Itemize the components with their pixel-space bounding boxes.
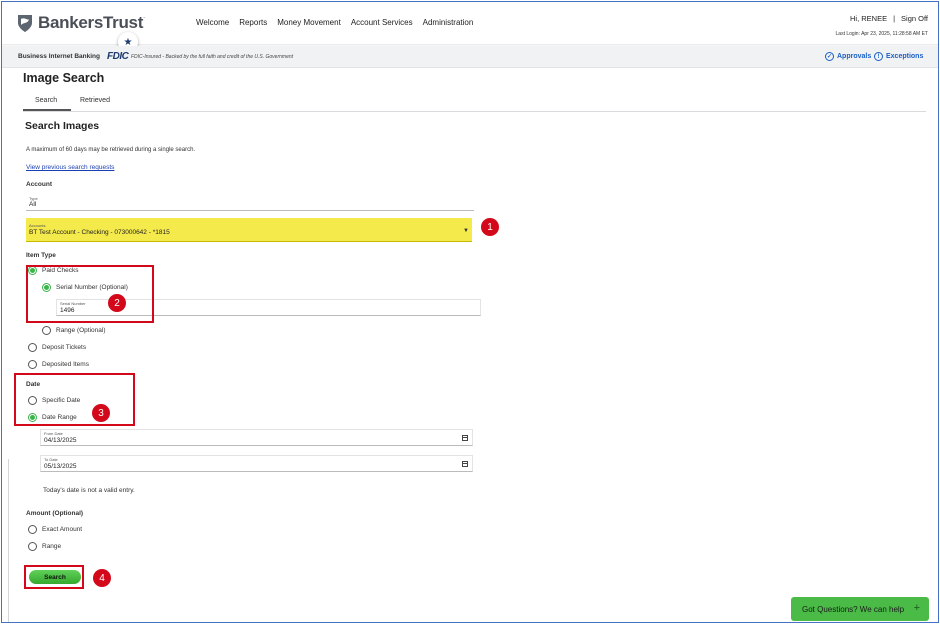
user-area: Hi, RENEE | Sign Off Last Login: Apr 23, 2… bbox=[836, 14, 928, 37]
accounts-select[interactable]: Accounts BT Test Account - Checking - 07… bbox=[26, 218, 472, 242]
from-date-input[interactable]: From Date 04/13/2025 bbox=[40, 429, 473, 446]
check-circle-icon: ✓ bbox=[825, 52, 834, 61]
user-separator: | bbox=[893, 14, 896, 23]
radio-deposited-items[interactable]: Deposited Items bbox=[28, 360, 89, 369]
from-date-value: 04/13/2025 bbox=[44, 437, 77, 444]
nav-money-movement[interactable]: Money Movement bbox=[277, 18, 341, 27]
nav-welcome[interactable]: Welcome bbox=[196, 18, 229, 27]
callout-1: 1 bbox=[481, 218, 499, 236]
callout-box-3 bbox=[14, 373, 135, 426]
chat-help-label: Got Questions? We can help bbox=[802, 604, 905, 614]
callout-2: 2 bbox=[108, 294, 126, 312]
nav-account-services[interactable]: Account Services bbox=[351, 18, 413, 27]
nav-administration[interactable]: Administration bbox=[423, 18, 474, 27]
radio-exact-amount[interactable]: Exact Amount bbox=[28, 525, 82, 534]
retrieval-note: A maximum of 60 days may be retrieved du… bbox=[26, 147, 196, 153]
panel-divider bbox=[8, 459, 9, 622]
app-window: BankersTrust. Welcome Reports Money Move… bbox=[1, 1, 939, 623]
radio-unselected-icon bbox=[42, 326, 51, 335]
date-error-message: Today's date is not a valid entry. bbox=[43, 487, 135, 494]
account-label: Account bbox=[26, 181, 52, 188]
main-nav: Welcome Reports Money Movement Account S… bbox=[196, 18, 483, 27]
fdic-logo: FDIC bbox=[107, 51, 129, 62]
to-date-value: 05/13/2025 bbox=[44, 463, 77, 470]
radio-amount-range[interactable]: Range bbox=[28, 542, 61, 551]
approvals-link[interactable]: ✓ Approvals bbox=[825, 52, 871, 61]
to-date-label: To Date bbox=[44, 457, 58, 462]
page-title: Image Search bbox=[23, 71, 105, 85]
callout-box-4 bbox=[24, 565, 84, 589]
type-value: All bbox=[29, 201, 37, 208]
user-greeting: Hi, RENEE bbox=[849, 14, 888, 23]
radio-unselected-icon bbox=[28, 360, 37, 369]
callout-3: 3 bbox=[92, 404, 110, 422]
sign-off-link[interactable]: Sign Off bbox=[901, 14, 928, 23]
last-login: Last Login: Apr 23, 2025, 11:28:58 AM ET bbox=[835, 31, 928, 37]
callout-box-2 bbox=[26, 265, 154, 323]
item-type-label: Item Type bbox=[26, 252, 56, 259]
tab-retrieved[interactable]: Retrieved bbox=[80, 97, 110, 104]
to-date-input[interactable]: To Date 05/13/2025 bbox=[40, 455, 473, 472]
calendar-icon[interactable] bbox=[462, 435, 468, 441]
accounts-label: Accounts bbox=[29, 223, 46, 228]
radio-range-optional[interactable]: Range (Optional) bbox=[42, 326, 106, 335]
chevron-down-icon: ▼ bbox=[463, 228, 469, 234]
section-title: Search Images bbox=[25, 120, 100, 132]
sub-header: Business Internet Banking FDIC FDIC-Insu… bbox=[2, 46, 938, 68]
fdic-disclaimer: FDIC-Insured - Backed by the full faith … bbox=[131, 54, 294, 60]
tab-search[interactable]: Search bbox=[22, 97, 72, 111]
tab-bar: Search Retrieved bbox=[22, 94, 926, 112]
type-select[interactable]: Type All bbox=[26, 195, 474, 211]
radio-unselected-icon bbox=[28, 542, 37, 551]
plus-icon: + bbox=[913, 602, 920, 614]
accounts-value: BT Test Account - Checking - 073000642 -… bbox=[29, 229, 170, 236]
previous-search-link[interactable]: View previous search requests bbox=[26, 164, 114, 171]
callout-4: 4 bbox=[93, 569, 111, 587]
brand-name: BankersTrust. bbox=[38, 13, 145, 32]
nav-reports[interactable]: Reports bbox=[239, 18, 267, 27]
alert-circle-icon: ! bbox=[874, 52, 883, 61]
chat-help-button[interactable]: Got Questions? We can help + bbox=[791, 597, 929, 621]
business-banking-label: Business Internet Banking bbox=[18, 53, 100, 60]
radio-unselected-icon bbox=[28, 343, 37, 352]
amount-label: Amount (Optional) bbox=[26, 510, 84, 517]
shield-logo-icon bbox=[18, 15, 32, 32]
calendar-icon[interactable] bbox=[462, 461, 468, 467]
top-header: BankersTrust. Welcome Reports Money Move… bbox=[2, 2, 938, 44]
radio-deposit-tickets[interactable]: Deposit Tickets bbox=[28, 343, 86, 352]
bankers-trust-logo[interactable]: BankersTrust. bbox=[16, 12, 145, 34]
from-date-label: From Date bbox=[44, 431, 63, 436]
radio-unselected-icon bbox=[28, 525, 37, 534]
exceptions-link[interactable]: ! Exceptions bbox=[874, 52, 923, 61]
